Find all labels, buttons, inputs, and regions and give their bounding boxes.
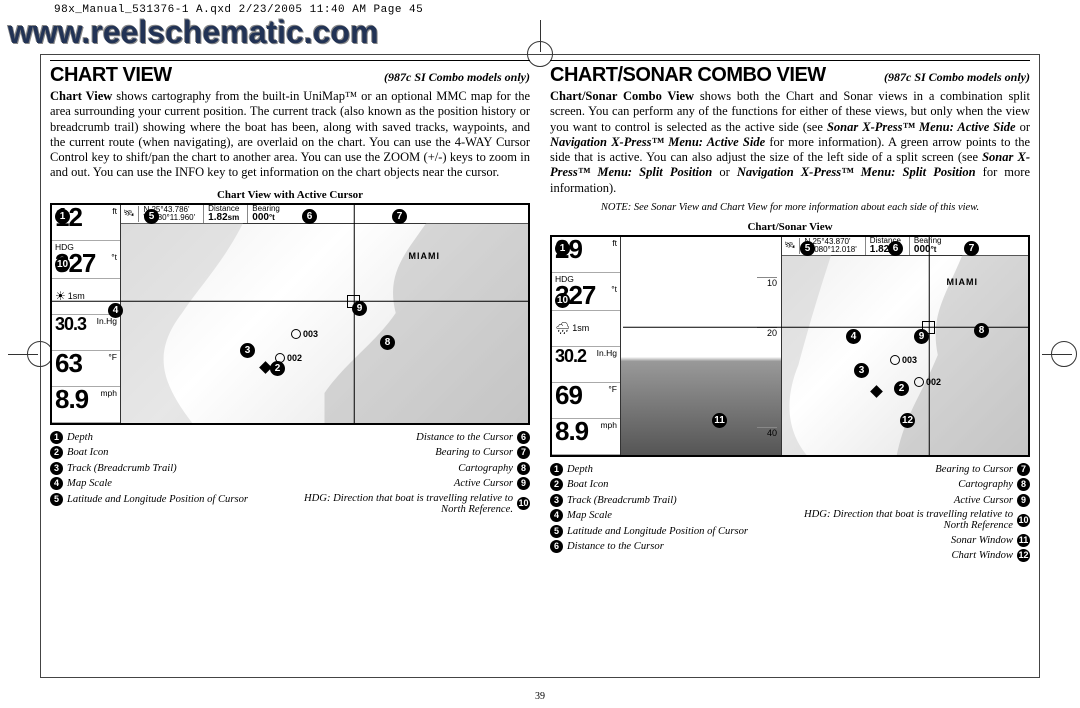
baro-unit: In.Hg [597, 348, 617, 358]
legend-item: HDG: Direction that boat is travelling r… [797, 509, 1030, 531]
callout-10: 10 [55, 257, 70, 272]
callout-4: 4 [108, 303, 123, 318]
legend-item: 3Track (Breadcrumb Trail) [550, 494, 783, 507]
legend-item: 4Map Scale [550, 509, 783, 522]
legend: 1Depth 2Boat Icon 3Track (Breadcrumb Trail… [550, 463, 1030, 563]
legend-item: Bearing to Cursor7 [297, 446, 530, 459]
section-body: Chart/Sonar Combo View shows both the Ch… [550, 89, 1030, 196]
baro-value: 30.2 [555, 346, 586, 366]
city-label: MIAMI [409, 251, 441, 261]
map-scale: 1sm [68, 291, 85, 301]
callout-3: 3 [240, 343, 255, 358]
temp-unit: °F [108, 352, 117, 362]
temp-unit: °F [608, 384, 617, 394]
legend-item: 5Latitude and Longitude Position of Curs… [50, 493, 283, 506]
dist-value: 1.82 [870, 244, 889, 255]
legend-item: 1Depth [550, 463, 783, 476]
legend-item: Active Cursor9 [797, 494, 1030, 507]
depth-unit: ft [612, 238, 617, 248]
brg-unit: °t [931, 245, 937, 254]
callout-9: 9 [352, 301, 367, 316]
callout-7: 7 [392, 209, 407, 224]
speed-unit: mph [600, 420, 617, 430]
dist-value: 1.82 [208, 212, 227, 223]
temp-value: 69 [555, 380, 582, 410]
chart-map: 🛰 N 25°43.786'W 080°11.960' Distance1.82… [121, 205, 528, 423]
brg-value: 000 [252, 212, 269, 223]
legend-item: Cartography8 [297, 462, 530, 475]
depth-mark-40: 40 [757, 427, 777, 438]
callout-6: 6 [302, 209, 317, 224]
page-number: 39 [535, 691, 545, 702]
legend-item: 3Track (Breadcrumb Trail) [50, 462, 283, 475]
legend-item: 1Depth [50, 431, 283, 444]
callout-5: 5 [144, 209, 159, 224]
legend-item: HDG: Direction that boat is travelling r… [297, 493, 530, 515]
legend-item: Sonar Window11 [797, 534, 1030, 547]
hdg-unit: °t [111, 252, 117, 262]
section-body: Chart View shows cartography from the bu… [50, 89, 530, 181]
callout-7: 7 [964, 241, 979, 256]
legend-item: Active Cursor9 [297, 477, 530, 490]
note-line: NOTE: See Sonar View and Chart View for … [550, 202, 1030, 213]
hdg-unit: °t [611, 284, 617, 294]
gps-icon: 🛰 [784, 240, 795, 251]
right-column: CHART/SONAR COMBO VIEW (987c SI Combo mo… [550, 60, 1030, 668]
left-column: CHART VIEW (987c SI Combo models only) C… [50, 60, 530, 668]
callout-4: 4 [846, 329, 861, 344]
gps-icon: 🛰 [123, 208, 134, 219]
section-subtitle: (987c SI Combo models only) [384, 70, 530, 85]
brg-unit: °t [269, 213, 275, 222]
speed-unit: mph [100, 388, 117, 398]
callout-12: 12 [900, 413, 915, 428]
map-scale: 1sm [572, 323, 589, 333]
callout-2: 2 [270, 361, 285, 376]
callout-8: 8 [974, 323, 989, 338]
city-label: MIAMI [947, 277, 979, 287]
chart-view-figure: 1 10 4 5 6 7 3 2 8 9 ft12 HDG°t327 ☀1sm … [50, 203, 530, 425]
figure-title: Chart/Sonar View [550, 221, 1030, 233]
callout-10: 10 [555, 293, 570, 308]
callout-1: 1 [555, 241, 570, 256]
section-subtitle: (987c SI Combo models only) [884, 70, 1030, 85]
callout-3: 3 [854, 363, 869, 378]
combo-view-figure: 1 10 5 6 7 4 9 8 3 2 11 12 ft29 HDG°t327… [550, 235, 1030, 457]
figure-title: Chart View with Active Cursor [50, 189, 530, 201]
legend-item: 4Map Scale [50, 477, 283, 490]
legend-item: Distance to the Cursor6 [297, 431, 530, 444]
callout-8: 8 [380, 335, 395, 350]
legend: 1Depth 2Boat Icon 3Track (Breadcrumb Trail… [50, 431, 530, 515]
legend-item: 5Latitude and Longitude Position of Curs… [550, 525, 783, 538]
sonar-window: 10 20 40 [621, 237, 782, 455]
dist-unit: sm [228, 213, 240, 222]
callout-11: 11 [712, 413, 727, 428]
callout-5: 5 [800, 241, 815, 256]
legend-item: 2Boat Icon [550, 478, 783, 491]
legend-item: Bearing to Cursor7 [797, 463, 1030, 476]
readout-sidebar: ft29 HDG°t327 🌧1sm In.Hg30.2 °F69 mph8.9 [552, 237, 621, 455]
section-title: CHART VIEW [50, 64, 172, 87]
depth-mark-20: 20 [757, 327, 777, 338]
callout-9: 9 [914, 329, 929, 344]
baro-value: 30.3 [55, 314, 86, 334]
waypoint-003: 003 [291, 329, 318, 340]
temp-value: 63 [55, 348, 82, 378]
callout-1: 1 [55, 209, 70, 224]
speed-value: 8.9 [555, 416, 588, 446]
legend-item: 2Boat Icon [50, 446, 283, 459]
coastline-svg [121, 223, 528, 423]
depth-unit: ft [112, 206, 117, 216]
depth-mark-10: 10 [757, 277, 777, 288]
watermark-text: www.reelschematic.com [8, 14, 379, 51]
callout-2: 2 [894, 381, 909, 396]
legend-item: 6Distance to the Cursor [550, 540, 783, 553]
waypoint-003: 003 [890, 355, 917, 366]
section-title: CHART/SONAR COMBO VIEW [550, 64, 826, 87]
legend-item: Cartography8 [797, 478, 1030, 491]
speed-value: 8.9 [55, 384, 88, 414]
weather-icon: 🌧 [555, 321, 570, 335]
callout-6: 6 [888, 241, 903, 256]
legend-item: Chart Window12 [797, 549, 1030, 562]
